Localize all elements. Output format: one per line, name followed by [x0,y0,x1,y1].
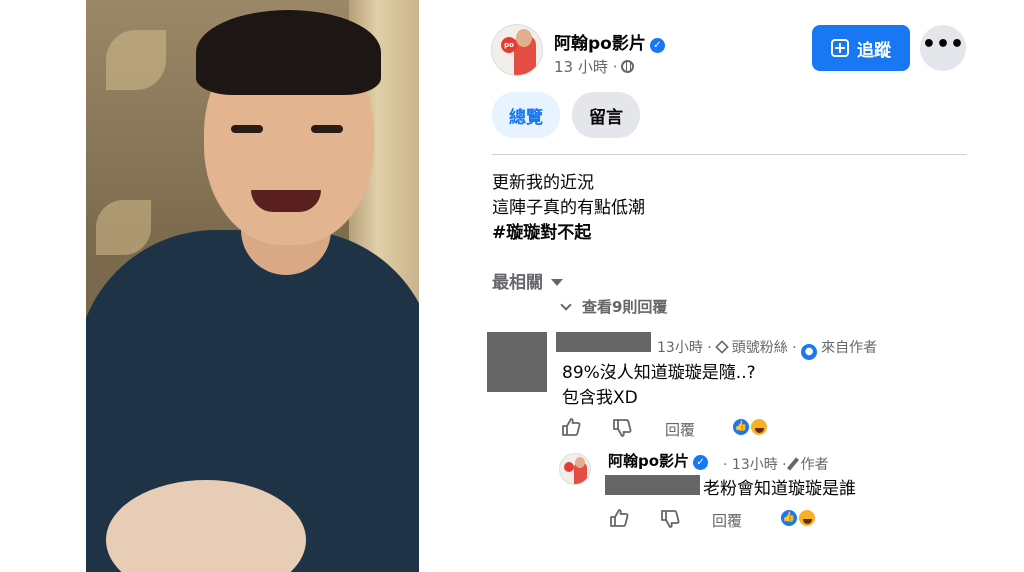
person-eye [311,125,343,133]
redacted-avatar [487,332,547,392]
page-name-text: 阿翰po影片 [554,34,646,54]
author-icon: ● [801,344,818,360]
po-logo-icon [564,462,574,472]
comment-text-line: 89%沒人知道璇璇是隨..? [562,363,756,383]
divider [492,154,967,155]
avatar-face [516,29,532,47]
follow-label: 追蹤 [857,40,891,61]
like-reaction-icon[interactable]: 👍 [779,508,799,528]
reply-meta: · 13小時 · 作者 [723,457,829,473]
thumbs-down-icon[interactable] [660,509,680,529]
thumbs-up-icon[interactable] [561,417,581,437]
reply-avatar[interactable] [559,453,591,485]
tab-overview-label: 總覽 [509,107,543,128]
post-caption-line: 更新我的近況 [492,173,594,193]
po-logo-icon: po [501,37,517,53]
redacted-username [556,332,651,352]
from-author-label: 來自作者 [821,340,878,356]
diamond-icon [714,340,729,354]
view-replies-link[interactable]: 查看9則回覆 [560,296,668,317]
wallpaper-leaf [96,200,151,255]
post-timestamp[interactable]: 13 小時 · [554,56,635,77]
redacted-mention [605,475,700,495]
reply-author-text: 阿翰po影片 [608,452,690,470]
thumbs-up-icon[interactable] [609,508,629,528]
tab-comments-label: 留言 [589,107,623,128]
person-hair [196,10,381,95]
avatar-face [575,457,585,468]
wallpaper-leaf [106,30,166,90]
sort-label: 最相關 [492,273,543,293]
comment-time[interactable]: 13小時 [657,340,703,356]
verified-icon: ✓ [649,38,665,53]
like-reaction-icon[interactable]: 👍 [731,417,751,437]
reply-text: 老粉會知道璇璇是誰 [703,479,856,499]
view-replies-label: 查看9則回覆 [582,298,668,316]
haha-reaction-icon[interactable] [749,417,769,437]
page-name-link[interactable]: 阿翰po影片 ✓ [554,29,665,54]
tab-overview[interactable]: 總覽 [492,92,560,138]
reply-button[interactable]: 回覆 [712,510,742,531]
comment-meta: 13小時 · 頭號粉絲 · ● 來自作者 [657,337,877,360]
follow-icon [831,39,849,57]
haha-reaction-icon[interactable] [797,508,817,528]
person-mouth [251,190,321,212]
person-eye [231,125,263,133]
reply-author-name[interactable]: 阿翰po影片 ✓ [608,450,709,471]
chevron-down-icon [560,299,572,311]
tab-comments[interactable]: 留言 [572,92,640,138]
post-video-frame[interactable] [86,0,419,572]
page-avatar[interactable]: po [491,24,543,76]
follow-button[interactable]: 追蹤 [812,25,910,71]
hashtag-link[interactable]: #璇璇對不起 [492,218,591,243]
author-label: 作者 [800,457,829,473]
facebook-post-view: po 阿翰po影片 ✓ 13 小時 · 追蹤 ••• 總覽 留言 更新我的近況 這… [0,0,1024,572]
post-caption-line: 這陣子真的有點低潮 [492,198,645,218]
caret-down-icon [551,279,563,286]
pencil-icon [786,457,799,471]
verified-icon: ✓ [693,455,709,470]
reply-button[interactable]: 回覆 [665,419,695,440]
comment-sort-dropdown[interactable]: 最相關 [492,268,563,293]
thumbs-down-icon[interactable] [612,418,632,438]
more-options-icon: ••• [921,32,965,57]
comment-text-line: 包含我XD [562,388,638,408]
globe-icon [621,60,635,73]
more-options-button[interactable]: ••• [920,25,966,71]
top-fan-badge: 頭號粉絲 [731,340,788,356]
reply-time[interactable]: 13小時 [732,457,778,473]
post-time-text: 13 小時 · [554,58,618,76]
